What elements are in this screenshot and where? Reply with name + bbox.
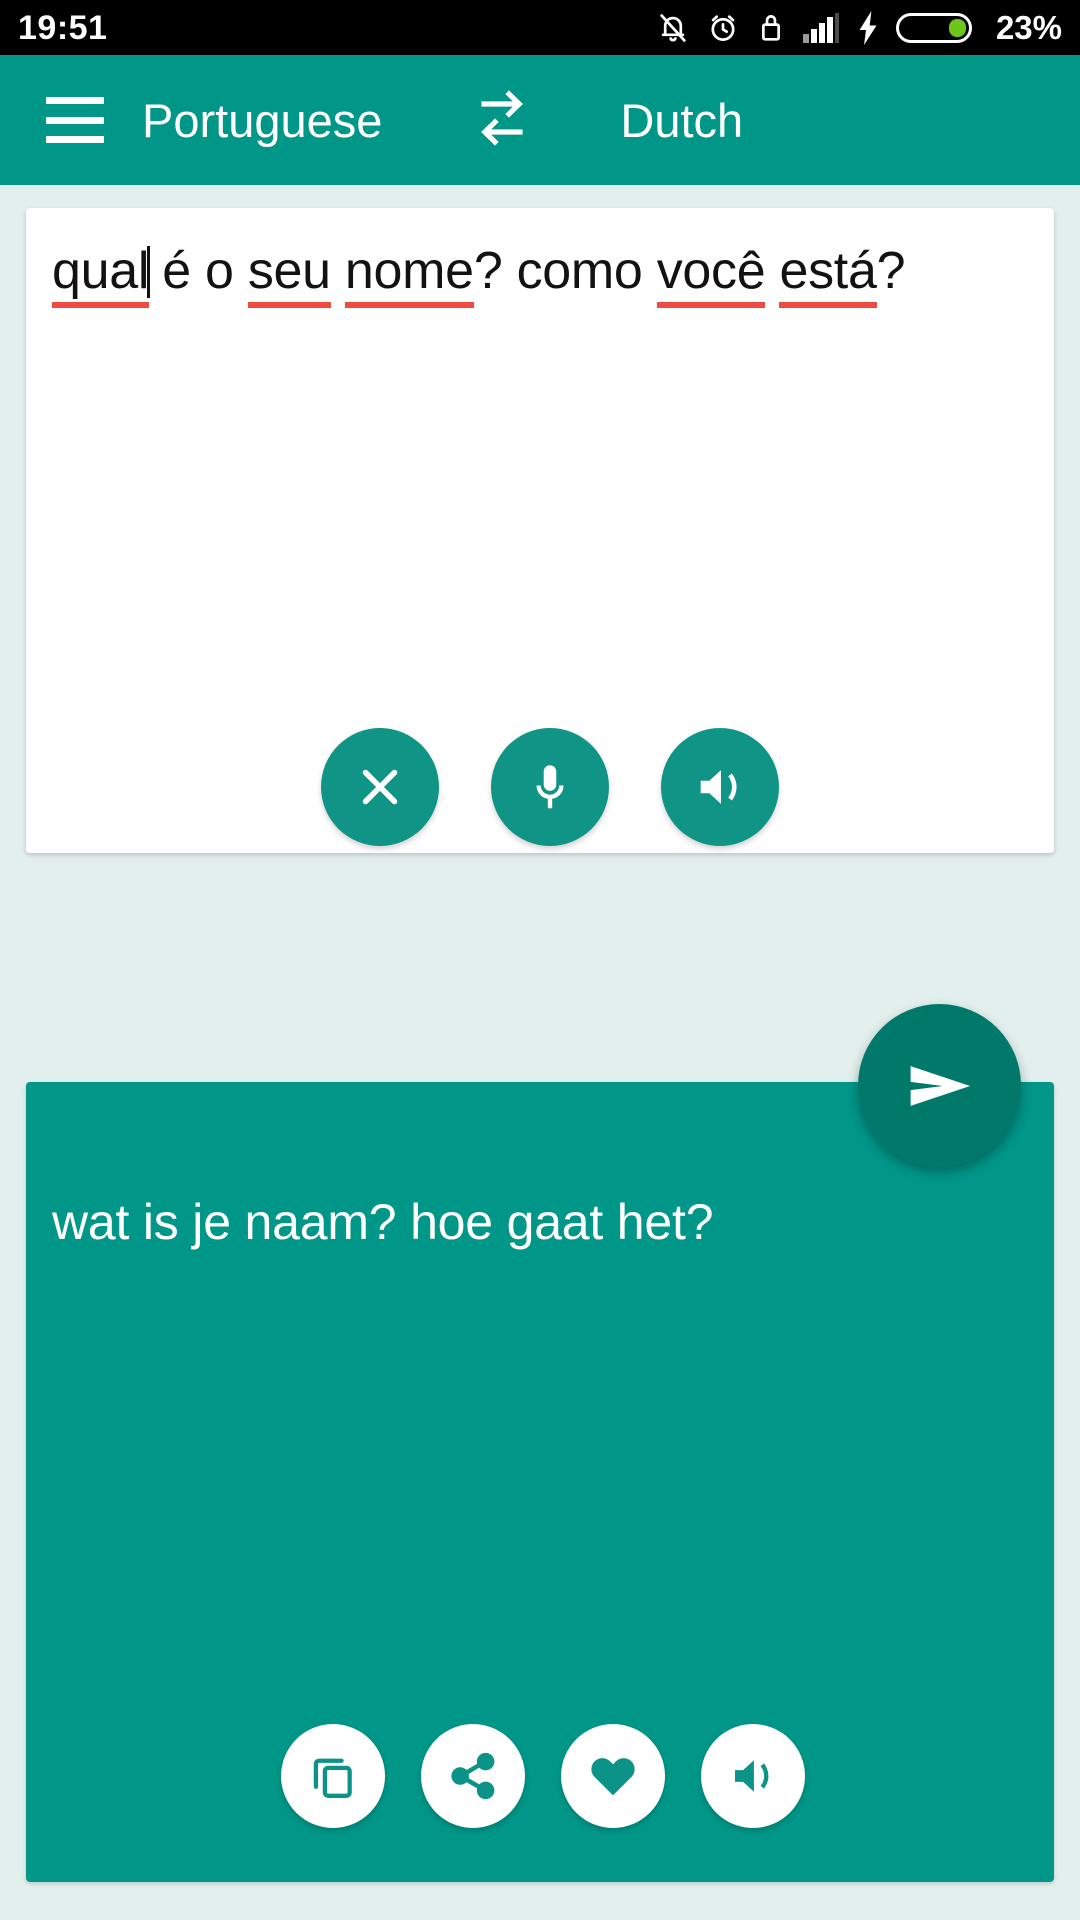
signal-bars-icon [802, 12, 840, 44]
app-bar: Portuguese Dutch [0, 55, 1080, 185]
source-language-selector[interactable]: Portuguese [142, 93, 382, 148]
alarm-clock-icon [706, 11, 740, 45]
microphone-button[interactable] [491, 728, 609, 846]
send-button[interactable] [858, 1004, 1021, 1167]
target-language-selector[interactable]: Dutch [620, 93, 743, 148]
copy-button[interactable] [281, 1724, 385, 1828]
hamburger-line [46, 116, 104, 124]
source-text-input[interactable]: qual é o seu nome? como você está? [52, 242, 1028, 308]
source-word: nome [344, 242, 474, 308]
source-word: é o [148, 242, 248, 300]
charging-bolt-icon [856, 10, 880, 45]
source-word: seu [247, 242, 331, 308]
source-action-bar [26, 728, 1054, 846]
lock-icon [756, 11, 786, 45]
result-action-bar [26, 1724, 1054, 1828]
speak-source-button[interactable] [661, 728, 779, 846]
hamburger-menu-icon[interactable] [46, 97, 104, 143]
bell-off-icon [656, 11, 690, 45]
status-icon-tray: 23% [656, 9, 1062, 46]
source-word: ? [876, 242, 906, 300]
source-word [331, 242, 345, 300]
source-word [765, 242, 779, 300]
source-word: você [656, 242, 766, 308]
speak-result-button[interactable] [701, 1724, 805, 1828]
hamburger-line [46, 97, 104, 104]
clear-button[interactable] [321, 728, 439, 846]
battery-percent-label: 23% [995, 9, 1062, 46]
status-clock: 19:51 [18, 8, 108, 47]
battery-icon [895, 11, 972, 45]
source-word: qual [52, 242, 149, 308]
favorite-button[interactable] [561, 1724, 665, 1828]
translation-result-card: wat is je naam? hoe gaat het? [26, 1082, 1054, 1882]
source-word: está [779, 242, 877, 308]
source-text-card: qual é o seu nome? como você está? [26, 208, 1054, 853]
swap-languages-icon[interactable] [470, 85, 534, 156]
share-button[interactable] [421, 1724, 525, 1828]
translation-result-text: wat is je naam? hoe gaat het? [52, 1194, 714, 1250]
status-bar: 19:51 23% [0, 0, 1080, 55]
source-word: ? como [473, 242, 657, 300]
hamburger-line [46, 136, 104, 143]
